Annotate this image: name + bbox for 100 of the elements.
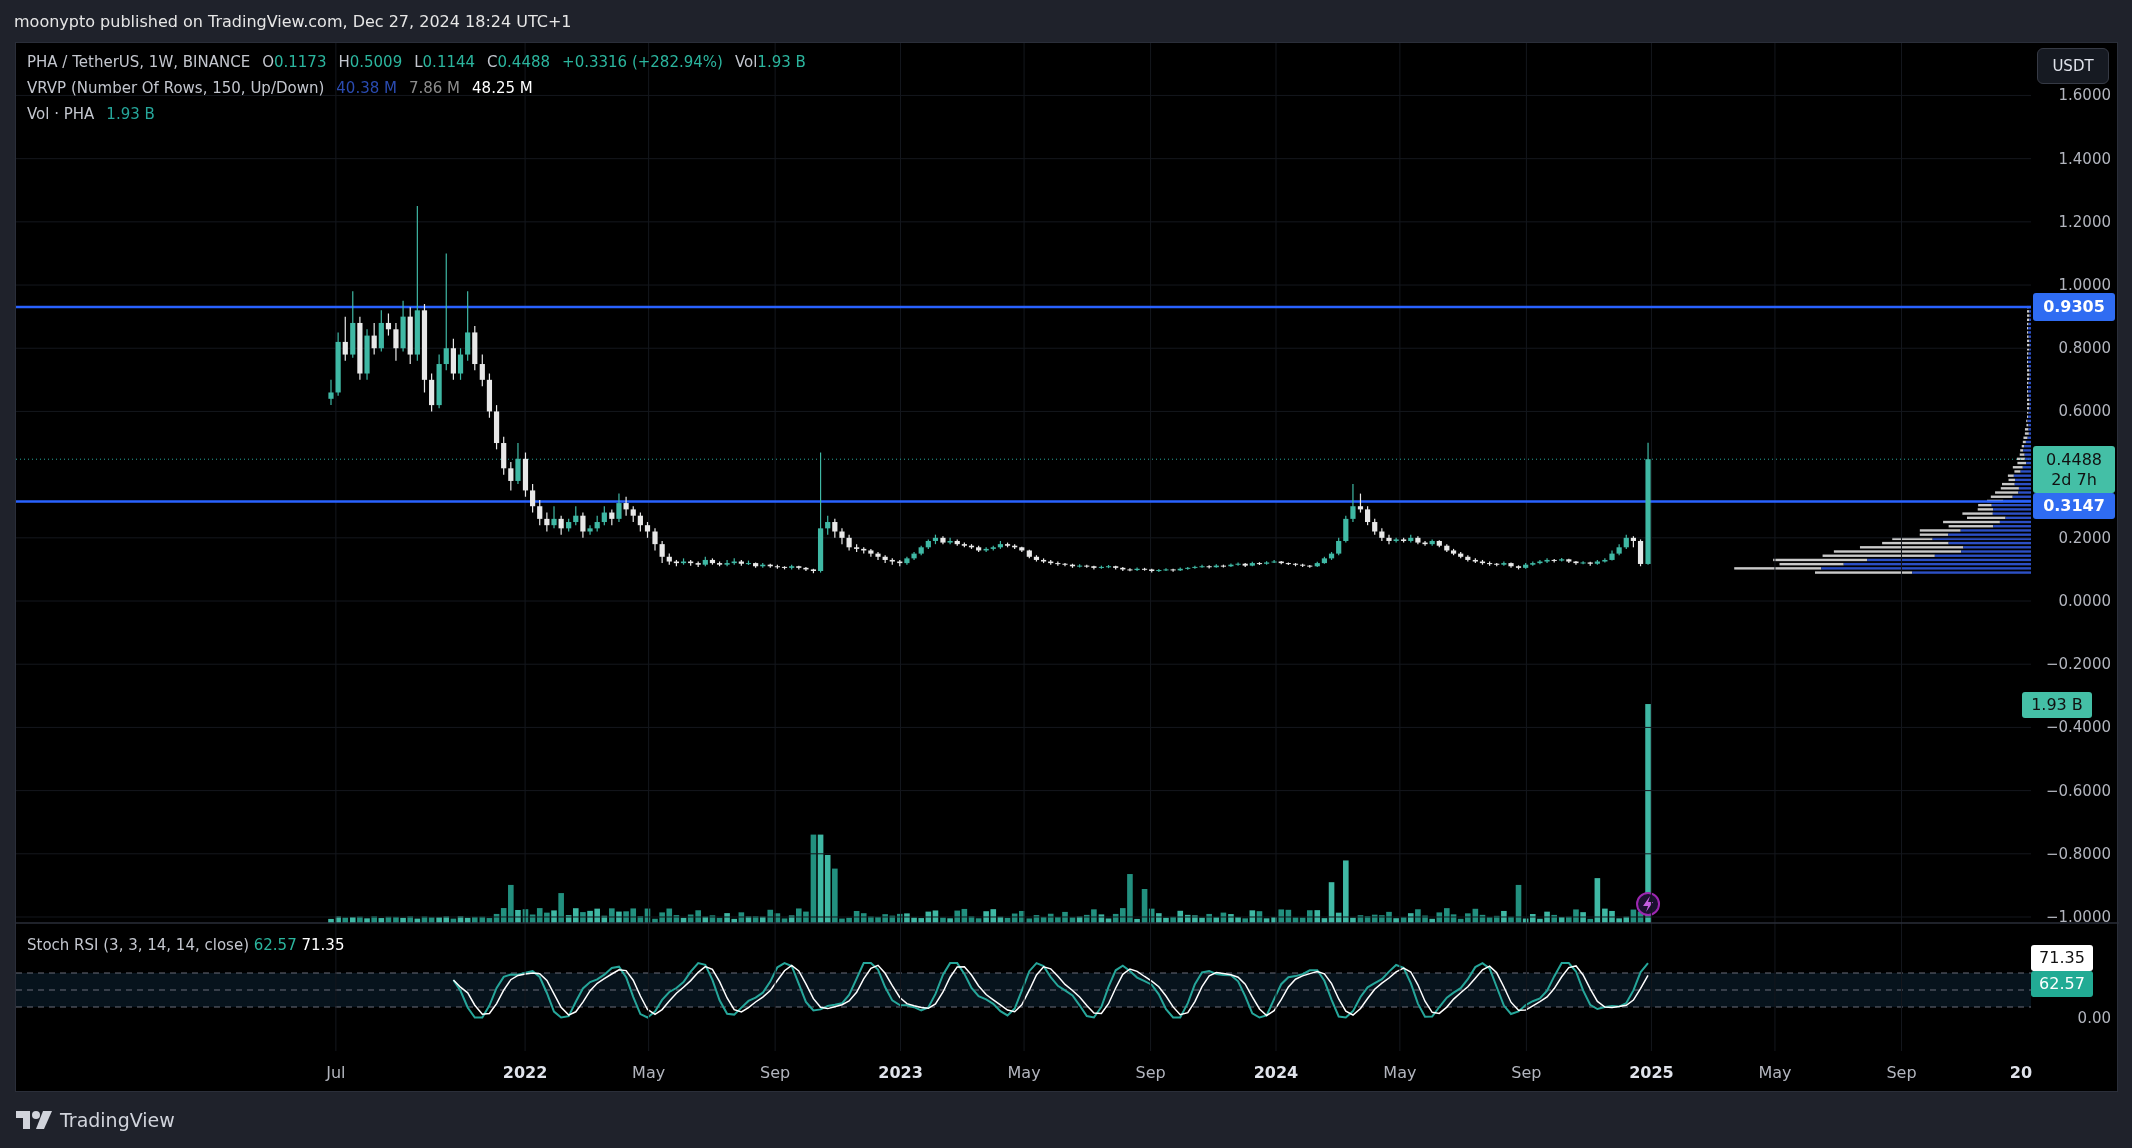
time-axis-label: May	[632, 1063, 666, 1082]
candlestick	[1350, 483, 1356, 523]
time-axis-label: Jul	[326, 1063, 346, 1082]
stoch-axis-label: 0.00	[2076, 1008, 2111, 1028]
candlestick	[342, 316, 348, 362]
time-axis-label: Sep	[1511, 1063, 1542, 1082]
stoch-d-tag: 71.35	[2031, 945, 2093, 971]
time-axis-label: Sep	[1135, 1063, 1166, 1082]
stoch-legend: Stoch RSI (3, 3, 14, 14, close) 62.57 71.35	[27, 936, 345, 954]
candlestick	[1271, 559, 1277, 564]
candlestick	[1357, 492, 1364, 514]
candlestick	[573, 505, 579, 526]
price-change: +0.3316 (+282.94%)	[562, 53, 723, 71]
candlestick	[479, 353, 485, 387]
price-tag: 0.3147	[2033, 493, 2115, 519]
indicator-value: 7.86 M	[408, 79, 461, 97]
indicator-value: 48.25 M	[472, 79, 533, 97]
price-axis-label: −0.2000	[2044, 654, 2111, 675]
candlestick	[1580, 560, 1586, 565]
candlestick	[1170, 568, 1176, 573]
time-axis-label: May	[1758, 1063, 1792, 1082]
time-axis-label: May	[1383, 1063, 1417, 1082]
time-axis-label: 2022	[502, 1063, 548, 1082]
indicator-value: 40.38 M	[336, 79, 397, 97]
candlestick	[580, 511, 586, 539]
candlestick	[530, 483, 536, 514]
candlestick	[623, 496, 629, 517]
price-axis-label: −1.0000	[2044, 907, 2111, 927]
candlestick	[1379, 527, 1385, 542]
candlestick	[465, 290, 471, 362]
candlestick	[652, 527, 658, 552]
publish-info: moonypto published on TradingView.com, Dec 27, 2024 18:24 UTC+1	[13, 11, 573, 33]
candlestick	[1127, 567, 1133, 572]
candlestick	[882, 554, 888, 564]
indicator-value: 1.93 B	[106, 105, 155, 123]
candlestick	[724, 559, 730, 567]
time-axis-label: 2024	[1253, 1063, 1299, 1082]
candlestick	[637, 511, 643, 533]
candlestick	[1343, 515, 1349, 544]
price-axis-label: −0.6000	[2044, 780, 2111, 801]
price-axis-label: 0.0000	[2057, 591, 2111, 611]
price-axis-label: 1.4000	[2057, 148, 2111, 169]
candlestick	[659, 540, 665, 564]
candlestick	[1637, 538, 1644, 567]
logo-icon	[16, 1111, 52, 1129]
ohlc-value: H0.5009	[338, 53, 403, 71]
candlestick	[393, 322, 399, 362]
candlestick	[457, 347, 464, 381]
candlestick	[601, 505, 607, 526]
indicator-name: VRVP (Number Of Rows, 150, Up/Down)	[27, 79, 325, 97]
time-axis-label: 20	[2009, 1063, 2033, 1082]
candlestick	[537, 499, 543, 526]
indicator-name: Vol · PHA	[27, 105, 95, 123]
price-tag: 0.9305	[2033, 293, 2115, 321]
price-axis-label: 1.0000	[2057, 275, 2111, 296]
time-axis-label: 2023	[878, 1063, 923, 1082]
candlestick	[558, 515, 564, 536]
candlestick	[1163, 567, 1169, 572]
price-axis-label: 1.6000	[2057, 85, 2111, 106]
candlestick	[1508, 561, 1514, 569]
candlestick	[947, 537, 953, 545]
price-axis-label: 0.6000	[2057, 401, 2111, 422]
candlestick	[551, 505, 557, 529]
candlestick	[1544, 557, 1550, 564]
stoch-k-tag: 62.57	[2031, 971, 2093, 997]
time-axis-label: 2025	[1629, 1063, 1674, 1082]
ohlc-value: L0.1144	[414, 53, 476, 71]
brand-name: TradingView	[60, 1109, 175, 1131]
price-axis-label: 0.8000	[2057, 338, 2111, 359]
price-axis-label: −0.8000	[2044, 843, 2111, 864]
candlestick	[508, 461, 514, 492]
candlestick	[839, 527, 845, 545]
price-tag: 0.4488 2d 7h	[2033, 446, 2115, 493]
ohlc-value: O0.1173	[262, 53, 327, 71]
volume-tag: 1.93 B	[2022, 692, 2092, 718]
ohlc-value: C0.4488	[487, 53, 551, 71]
candlestick	[1386, 534, 1392, 545]
candlestick	[443, 252, 449, 371]
candlestick	[875, 551, 881, 561]
candlestick	[385, 312, 392, 337]
candlestick	[616, 492, 622, 523]
price-axis-label: 1.2000	[2057, 211, 2111, 232]
price-axis-label: −0.4000	[2044, 717, 2111, 738]
volume-value: Vol1.93 B	[734, 53, 806, 71]
candlestick	[1199, 564, 1205, 569]
candlestick	[832, 518, 838, 539]
candlestick	[328, 379, 334, 406]
candlestick	[1364, 505, 1371, 526]
time-axis-label: Sep	[1886, 1063, 1917, 1082]
candlestick	[587, 524, 593, 536]
time-axis-label: May	[1007, 1063, 1041, 1082]
candlestick	[371, 322, 377, 356]
candlestick	[1393, 537, 1399, 544]
symbol-title: PHA / TetherUS, 1W, BINANCE	[27, 53, 251, 71]
price-axis-label: 0.2000	[2057, 527, 2111, 548]
candlestick	[515, 442, 521, 485]
time-axis-label: Sep	[760, 1063, 791, 1082]
candlestick	[1235, 561, 1241, 567]
candlestick	[1192, 565, 1198, 570]
currency-button[interactable]: USDT	[2037, 48, 2109, 84]
